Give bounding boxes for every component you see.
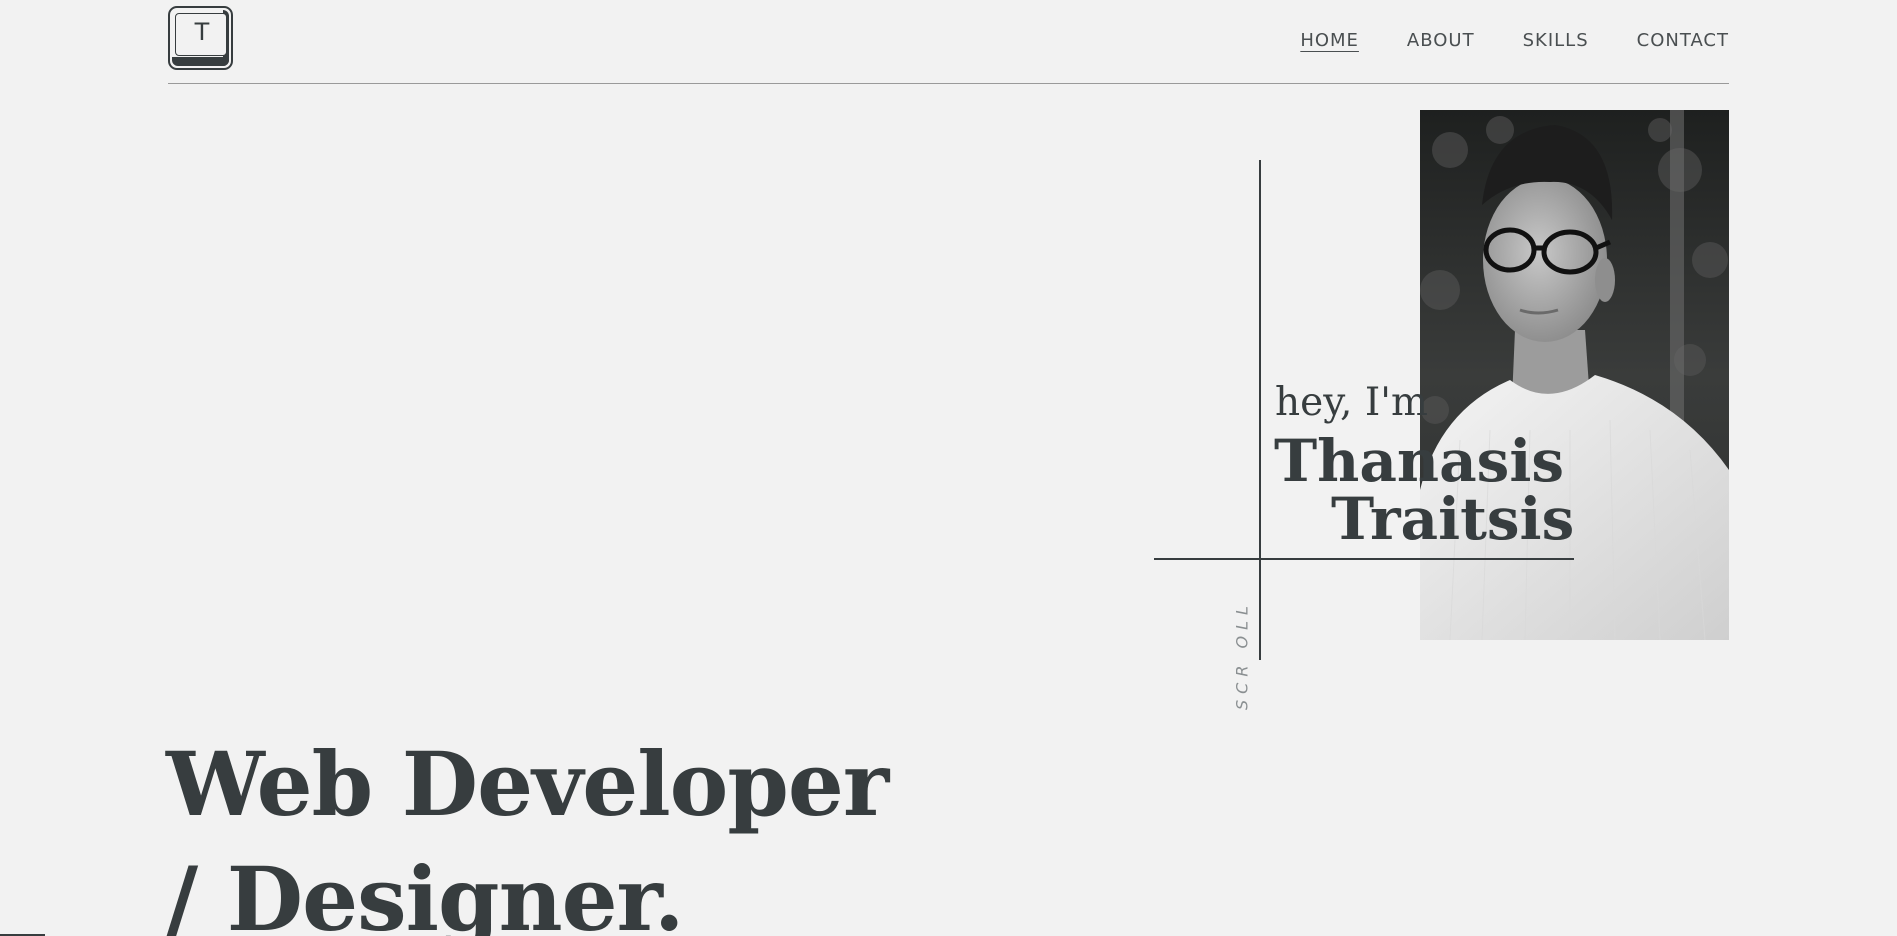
nav-item-skills[interactable]: SKILLS	[1523, 30, 1589, 51]
vertical-divider	[1259, 160, 1261, 660]
nav-item-home[interactable]: HOME	[1300, 30, 1359, 51]
logo-letter: T	[194, 18, 210, 46]
portrait-image	[1420, 110, 1729, 640]
nav-item-about[interactable]: ABOUT	[1407, 30, 1475, 51]
hero-title-line2: / Designer.	[166, 847, 684, 936]
main-nav: HOME ABOUT SKILLS CONTACT	[1252, 30, 1729, 51]
logo[interactable]: T	[168, 6, 233, 70]
logo-key-shadow	[172, 57, 229, 66]
keyboard-key-logo-icon: T	[175, 13, 227, 56]
hero-last-name: Traitsis	[1331, 485, 1575, 553]
scroll-label: SCR OLL	[1232, 600, 1252, 710]
nav-item-contact[interactable]: CONTACT	[1637, 30, 1729, 51]
horizontal-divider	[1154, 558, 1574, 560]
scroll-indicator[interactable]: SCR OLL	[1222, 600, 1262, 710]
hero-greeting: hey, I'm	[1275, 380, 1428, 425]
site-header: T HOME ABOUT SKILLS CONTACT	[168, 0, 1729, 84]
hero-title-line1: Web Developer	[166, 732, 889, 836]
profile-photo	[1420, 110, 1729, 640]
